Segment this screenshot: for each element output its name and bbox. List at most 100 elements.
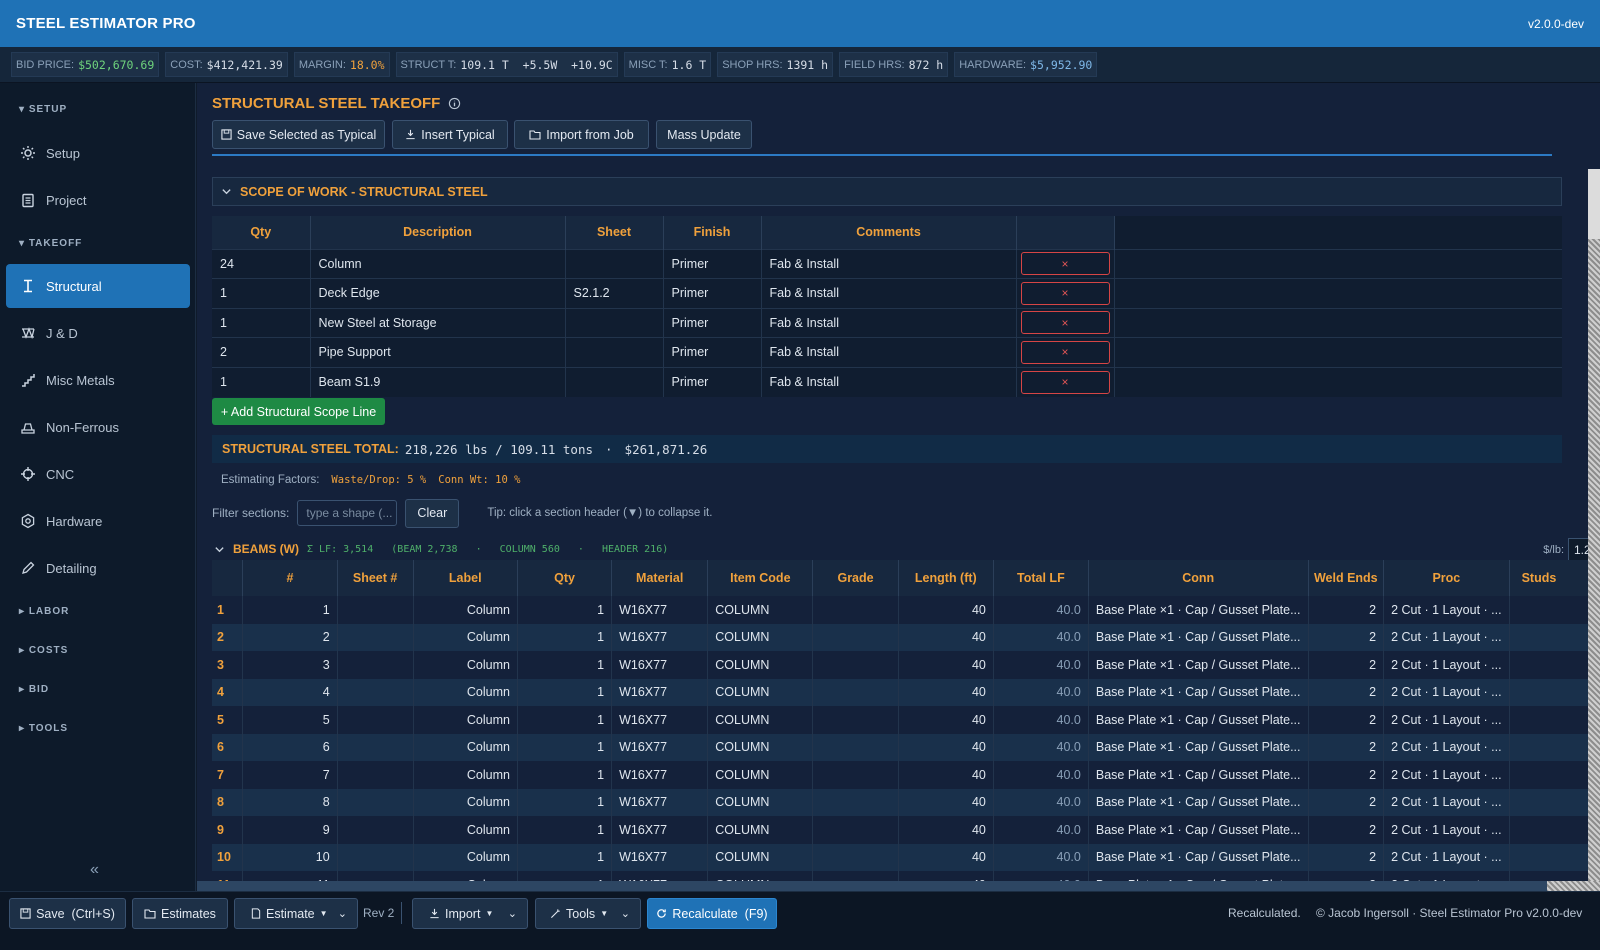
qty-cell[interactable]: 1 xyxy=(517,623,613,651)
conn-cell[interactable]: Base Plate ×1 · Cap / Gusset Plate... xyxy=(1088,761,1309,789)
number-cell[interactable]: 3 xyxy=(242,651,338,679)
horizontal-scrollbar[interactable] xyxy=(197,881,1600,891)
length-cell[interactable]: 40 xyxy=(898,733,994,761)
label-cell[interactable]: Column xyxy=(413,651,518,679)
grade-cell[interactable] xyxy=(812,678,899,706)
label-cell[interactable]: Column xyxy=(413,843,518,871)
studs-cell[interactable] xyxy=(1509,761,1600,789)
table-row[interactable]: 6 6 Column 1 W16X77 COLUMN 40 40.0 Base Plate ×1… xyxy=(212,733,1600,761)
sheet-cell[interactable] xyxy=(337,816,414,844)
material-cell[interactable]: W16X77 xyxy=(611,761,709,789)
column-header[interactable]: Proc xyxy=(1383,560,1510,596)
sheet-cell[interactable] xyxy=(565,366,664,397)
grade-cell[interactable] xyxy=(812,788,899,816)
sheet-cell[interactable]: S2.1.2 xyxy=(565,278,664,308)
vertical-scrollbar[interactable] xyxy=(1588,169,1600,889)
material-cell[interactable]: W16X77 xyxy=(611,733,709,761)
weld-ends-cell[interactable]: 2 xyxy=(1308,651,1385,679)
column-header[interactable]: Finish xyxy=(663,216,762,249)
column-header[interactable]: Sheet xyxy=(565,216,664,249)
grade-cell[interactable] xyxy=(812,733,899,761)
conn-cell[interactable]: Base Plate ×1 · Cap / Gusset Plate... xyxy=(1088,596,1309,624)
sidebar-section-tools[interactable]: ▸ TOOLS xyxy=(19,723,68,734)
weld-ends-cell[interactable]: 2 xyxy=(1308,706,1385,734)
item-code-cell[interactable]: COLUMN xyxy=(707,678,814,706)
material-cell[interactable]: W16X77 xyxy=(611,843,709,871)
sheet-cell[interactable] xyxy=(337,788,414,816)
item-code-cell[interactable]: COLUMN xyxy=(707,761,814,789)
chevron-down-icon[interactable]: ⌄ xyxy=(338,907,347,920)
sheet-cell[interactable] xyxy=(337,678,414,706)
finish-cell[interactable]: Primer xyxy=(663,337,762,367)
table-row[interactable]: 10 10 Column 1 W16X77 COLUMN 40 40.0 Base Plate … xyxy=(212,843,1600,871)
qty-cell[interactable]: 1 xyxy=(212,366,311,397)
waste-factor[interactable]: Waste/Drop: 5 % xyxy=(331,474,426,486)
grade-cell[interactable] xyxy=(812,843,899,871)
weld-ends-cell[interactable]: 2 xyxy=(1308,761,1385,789)
sidebar-section-setup[interactable]: ▾ SETUP xyxy=(19,104,67,115)
sidebar-item-structural[interactable]: Structural xyxy=(6,264,190,308)
column-header[interactable]: Conn xyxy=(1088,560,1309,596)
material-cell[interactable]: W16X77 xyxy=(611,706,709,734)
proc-cell[interactable]: 2 Cut · 1 Layout · ... xyxy=(1383,761,1510,789)
label-cell[interactable]: Column xyxy=(413,816,518,844)
qty-cell[interactable]: 24 xyxy=(212,248,311,279)
row-number-cell[interactable]: 6 xyxy=(212,733,244,761)
total-lf-cell[interactable]: 40.0 xyxy=(993,706,1089,734)
proc-cell[interactable]: 2 Cut · 1 Layout · ... xyxy=(1383,843,1510,871)
description-cell[interactable]: Column xyxy=(310,248,566,279)
table-row[interactable]: 4 4 Column 1 W16X77 COLUMN 40 40.0 Base Plate ×1… xyxy=(212,678,1600,706)
number-cell[interactable]: 7 xyxy=(242,761,338,789)
table-row[interactable]: 8 8 Column 1 W16X77 COLUMN 40 40.0 Base Plate ×1… xyxy=(212,788,1600,816)
conn-cell[interactable]: Base Plate ×1 · Cap / Gusset Plate... xyxy=(1088,678,1309,706)
import-from-job-button[interactable]: Import from Job xyxy=(514,120,649,149)
length-cell[interactable]: 40 xyxy=(898,816,994,844)
comments-cell[interactable]: Fab & Install xyxy=(761,307,1017,338)
table-row[interactable]: 9 9 Column 1 W16X77 COLUMN 40 40.0 Base Plate ×1… xyxy=(212,816,1600,844)
tools-menu-button[interactable]: Tools ▼ ⌄ xyxy=(535,898,641,929)
row-number-cell[interactable]: 7 xyxy=(212,761,244,789)
estimate-menu-button[interactable]: Estimate ▼ ⌄ xyxy=(234,898,358,929)
total-lf-cell[interactable]: 40.0 xyxy=(993,596,1089,624)
proc-cell[interactable]: 2 Cut · 1 Layout · ... xyxy=(1383,651,1510,679)
material-cell[interactable]: W16X77 xyxy=(611,788,709,816)
row-number-cell[interactable]: 10 xyxy=(212,843,244,871)
item-code-cell[interactable]: COLUMN xyxy=(707,596,814,624)
sheet-cell[interactable] xyxy=(565,248,664,279)
sheet-cell[interactable] xyxy=(565,337,664,367)
sidebar-item-jd[interactable]: J & D xyxy=(6,311,190,355)
total-lf-cell[interactable]: 40.0 xyxy=(993,733,1089,761)
sidebar-item-misc-metals[interactable]: Misc Metals xyxy=(6,358,190,402)
item-code-cell[interactable]: COLUMN xyxy=(707,651,814,679)
length-cell[interactable]: 40 xyxy=(898,623,994,651)
qty-cell[interactable]: 1 xyxy=(517,733,613,761)
length-cell[interactable]: 40 xyxy=(898,651,994,679)
column-header[interactable]: Label xyxy=(413,560,518,596)
number-cell[interactable]: 10 xyxy=(242,843,338,871)
proc-cell[interactable]: 2 Cut · 1 Layout · ... xyxy=(1383,706,1510,734)
length-cell[interactable]: 40 xyxy=(898,678,994,706)
sidebar-item-setup[interactable]: Setup xyxy=(6,131,190,175)
sidebar-item-cnc[interactable]: CNC xyxy=(6,452,190,496)
table-row[interactable]: 5 5 Column 1 W16X77 COLUMN 40 40.0 Base Plate ×1… xyxy=(212,706,1600,734)
grade-cell[interactable] xyxy=(812,623,899,651)
label-cell[interactable]: Column xyxy=(413,706,518,734)
studs-cell[interactable] xyxy=(1509,706,1600,734)
length-cell[interactable]: 40 xyxy=(898,843,994,871)
weld-ends-cell[interactable]: 2 xyxy=(1308,816,1385,844)
column-header[interactable]: Description xyxy=(310,216,566,249)
sheet-cell[interactable] xyxy=(565,307,664,338)
item-code-cell[interactable]: COLUMN xyxy=(707,788,814,816)
info-icon[interactable] xyxy=(448,97,461,110)
sheet-cell[interactable] xyxy=(337,623,414,651)
studs-cell[interactable] xyxy=(1509,843,1600,871)
mass-update-button[interactable]: Mass Update xyxy=(656,120,752,149)
qty-cell[interactable]: 1 xyxy=(517,816,613,844)
row-number-cell[interactable]: 1 xyxy=(212,596,244,624)
conn-cell[interactable]: Base Plate ×1 · Cap / Gusset Plate... xyxy=(1088,651,1309,679)
material-cell[interactable]: W16X77 xyxy=(611,651,709,679)
sidebar-section-labor[interactable]: ▸ LABOR xyxy=(19,606,69,617)
weld-ends-cell[interactable]: 2 xyxy=(1308,623,1385,651)
studs-cell[interactable] xyxy=(1509,651,1600,679)
weld-ends-cell[interactable]: 2 xyxy=(1308,788,1385,816)
